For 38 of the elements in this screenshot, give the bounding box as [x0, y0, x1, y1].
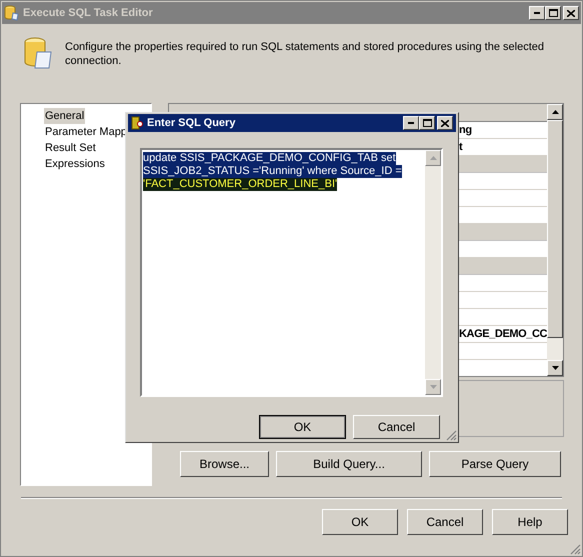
scroll-down-button[interactable]: [547, 360, 563, 376]
maximize-icon: [422, 119, 432, 127]
maximize-button[interactable]: [419, 116, 435, 130]
down-arrow-icon: [552, 366, 558, 370]
query-button[interactable]: Build Query...: [276, 451, 422, 477]
minimize-button[interactable]: [403, 116, 419, 130]
window-title: Execute SQL Task Editor: [23, 6, 153, 21]
description-text: Configure the properties required to run SQL statements and stored procedures using the selected connection.: [65, 40, 545, 69]
dialog-button[interactable]: Help: [492, 509, 568, 535]
dialog-button[interactable]: OK: [322, 509, 398, 535]
scrollbar[interactable]: [547, 104, 563, 376]
close-icon: [567, 10, 575, 16]
dialog-button[interactable]: OK: [259, 415, 346, 439]
minimize-button[interactable]: [529, 6, 545, 20]
close-button[interactable]: [563, 6, 579, 20]
minimize-icon: [408, 122, 414, 124]
dialog-button[interactable]: Cancel: [407, 509, 483, 535]
query-button[interactable]: Parse Query: [429, 451, 561, 477]
page-list-item[interactable]: Result Set: [44, 140, 97, 156]
close-button[interactable]: [437, 116, 453, 130]
property-value: t: [459, 140, 462, 154]
page-list-item[interactable]: Expressions: [44, 156, 106, 172]
scroll-up-button[interactable]: [547, 104, 563, 120]
close-icon: [441, 120, 449, 126]
maximize-button[interactable]: [545, 6, 561, 20]
dialog-button[interactable]: Cancel: [353, 415, 440, 439]
property-value: KAGE_DEMO_CC: [459, 328, 547, 340]
up-arrow-icon: [552, 110, 558, 114]
down-arrow-icon: [430, 385, 436, 389]
minimize-icon: [534, 12, 540, 14]
scroll-thumb[interactable]: [547, 120, 563, 338]
dialog-title: Enter SQL Query: [147, 116, 236, 131]
resize-grip-icon: [446, 430, 457, 441]
maximize-icon: [548, 9, 558, 17]
page-list-item[interactable]: General: [44, 108, 86, 124]
query-button[interactable]: Browse...: [180, 451, 269, 477]
up-arrow-icon: [430, 156, 436, 160]
property-value: ng: [459, 124, 472, 136]
